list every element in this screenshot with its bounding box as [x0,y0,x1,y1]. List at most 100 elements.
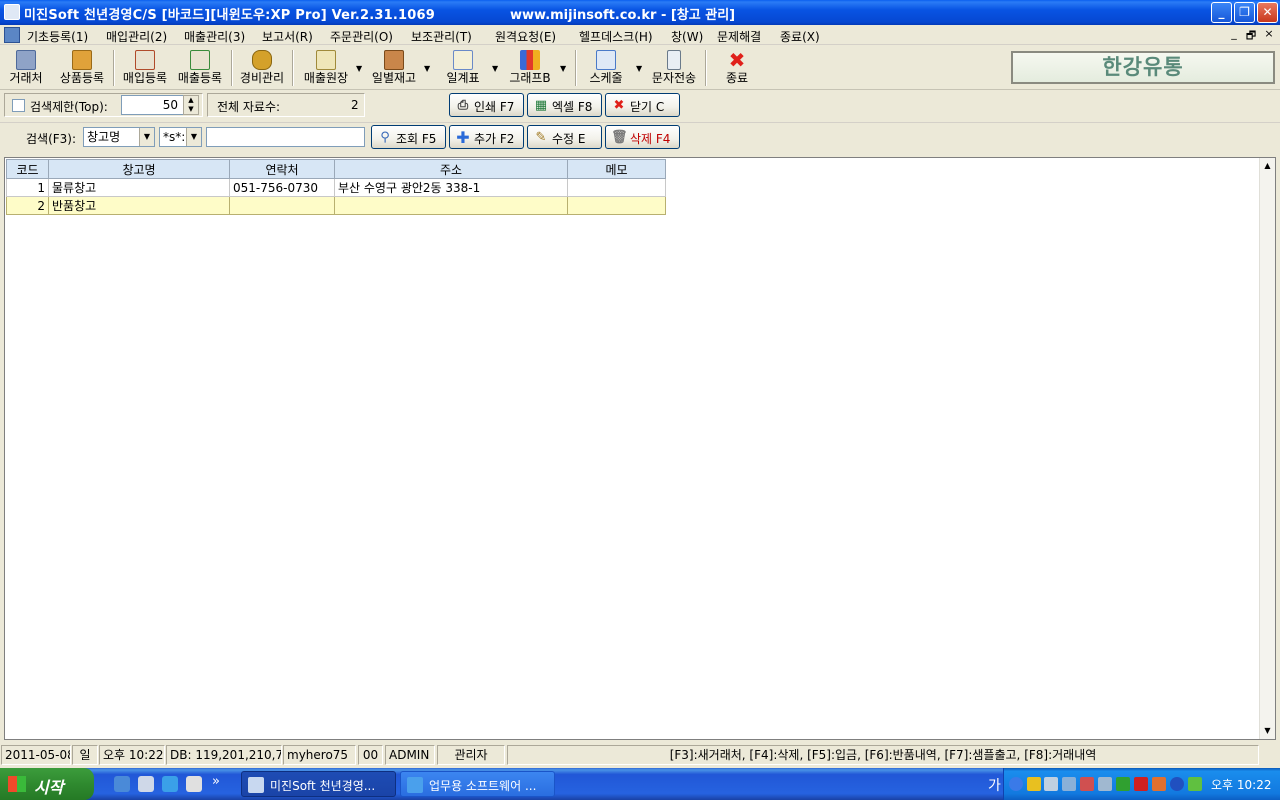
quicklaunch-app-icon[interactable] [186,776,202,792]
cell-memo[interactable] [567,196,666,215]
start-button[interactable]: 시작 [0,768,94,800]
toolbar-ledger-button[interactable]: 매출원장 [298,48,354,88]
restore-button[interactable]: ❐ [1234,2,1255,23]
toolbar-client-button[interactable]: 거래처 [6,48,46,88]
limit-checkbox[interactable] [12,99,25,112]
daily-sheet-dropdown-arrow[interactable]: ▼ [492,64,498,73]
plus-icon: ✚ [456,128,470,147]
toolbar-sales-button[interactable]: 매출등록 [174,48,226,88]
total-label: 전체 자료수: [217,100,281,114]
find-button[interactable]: ⚲ 조회 F5 [371,125,446,149]
tray-app-icon[interactable] [1080,777,1094,791]
network-icon[interactable] [1044,777,1058,791]
monitor-icon[interactable] [1098,777,1112,791]
toolbar-graph-button[interactable]: 그래프B [506,48,554,88]
window-title: 미진Soft 천년경영C/S [바코드][내윈도우:XP Pro] Ver.2.… [24,8,436,23]
printer-icon: ⎙ [457,98,469,113]
schedule-dropdown-arrow[interactable]: ▼ [636,64,642,73]
taskbar-clock[interactable]: 오후 10:22 [1211,776,1271,793]
menu-sales[interactable]: 매출관리(3) [184,28,245,45]
close-button[interactable]: ✕ [1257,2,1278,23]
column-header-name[interactable]: 창고명 [48,159,230,179]
scroll-up-icon[interactable]: ▲ [1260,158,1275,174]
delete-button[interactable]: 🗑 삭제 F4 [605,125,680,149]
menu-remote[interactable]: 원격요청(E) [495,28,556,45]
column-header-phone[interactable]: 연락처 [229,159,335,179]
shield-icon[interactable] [1027,777,1041,791]
search-field-select[interactable]: 창고명 ▼ [83,127,155,147]
add-button[interactable]: ✚ 추가 F2 [449,125,524,149]
quicklaunch-browser-icon[interactable] [162,776,178,792]
search-input[interactable] [206,127,365,147]
graph-dropdown-arrow[interactable]: ▼ [560,64,566,73]
close-window-button[interactable]: ✖ 닫기 C [605,93,680,117]
quicklaunch-desktop-icon[interactable] [138,776,154,792]
toolbar-sales-label: 매출등록 [177,71,223,85]
toolbar-purchase-button[interactable]: 매입등록 [118,48,172,88]
toolbar-product-button[interactable]: 상품등록 [56,48,108,88]
column-header-address[interactable]: 주소 [334,159,568,179]
menu-exit[interactable]: 종료(X) [780,28,820,45]
bluetooth-icon[interactable] [1170,777,1184,791]
column-header-memo[interactable]: 메모 [567,159,666,179]
cell-address[interactable]: 부산 수영구 광안2동 338-1 [334,178,568,197]
status-bar: 2011-05-08 일 오후 10:22 DB: 119,201,210,75… [0,743,1280,767]
tray-back-icon[interactable] [1009,777,1023,791]
quicklaunch-chevron[interactable]: » [212,774,220,789]
vertical-scrollbar[interactable]: ▲ ▼ [1259,158,1275,739]
limit-spinner[interactable]: ▲ ▼ [183,95,199,115]
task-browser[interactable]: 업무용 소프트웨어 ... [400,771,555,797]
spin-up-icon[interactable]: ▲ [184,96,198,105]
menu-window[interactable]: 창(W) [671,28,703,45]
mdi-restore-button[interactable]: 🗗 [1243,27,1259,46]
toolbar-sms-button[interactable]: 문자전송 [648,48,700,88]
menu-helpdesk[interactable]: 헬프데스크(H) [579,28,653,45]
signal-icon[interactable] [1116,777,1130,791]
cell-address[interactable] [334,196,568,215]
coins-icon [252,50,272,70]
cell-name[interactable]: 반품창고 [48,196,230,215]
menu-troubleshoot[interactable]: 문제해결 [717,28,761,45]
cell-code[interactable]: 2 [6,196,49,215]
edit-button[interactable]: ✎ 수정 E [527,125,602,149]
toolbar-expense-button[interactable]: 경비관리 [236,48,288,88]
mdi-window-icon[interactable] [4,27,20,43]
spin-down-icon[interactable]: ▼ [184,105,198,114]
toolbar-daily-sheet-button[interactable]: 일계표 [440,48,486,88]
start-label: 시작 [34,778,64,797]
table-row-selected[interactable]: 2 반품창고 [6,196,666,215]
tray-tool-icon[interactable] [1152,777,1166,791]
magnifier-icon: ⚲ [380,130,390,145]
phone-icon [667,50,681,70]
menu-purchase[interactable]: 매입관리(2) [106,28,167,45]
menu-basic[interactable]: 기초등록(1) [27,28,88,45]
cell-phone[interactable] [229,196,335,215]
menu-orders[interactable]: 주문관리(O) [330,28,393,45]
excel-button[interactable]: ▦ 엑셀 F8 [527,93,602,117]
menu-reports[interactable]: 보고서(R) [262,28,313,45]
v3-icon[interactable] [1188,777,1202,791]
task-active[interactable]: 미진Soft 천년경영... [241,771,396,797]
daily-stock-dropdown-arrow[interactable]: ▼ [424,64,430,73]
cell-name[interactable]: 물류창고 [48,178,230,197]
quicklaunch-ie-icon[interactable] [114,776,130,792]
ati-icon[interactable] [1134,777,1148,791]
cell-code[interactable]: 1 [6,178,49,197]
cell-phone[interactable]: 051-756-0730 [229,178,335,197]
toolbar-schedule-button[interactable]: 스케줄 [584,48,628,88]
ledger-dropdown-arrow[interactable]: ▼ [356,64,362,73]
toolbar-daily-stock-button[interactable]: 일별재고 [368,48,420,88]
mdi-close-button[interactable]: × [1261,27,1277,40]
cell-memo[interactable] [567,178,666,197]
table-row[interactable]: 1 물류창고 051-756-0730 부산 수영구 광안2동 338-1 [6,178,666,197]
wireless-icon[interactable] [1062,777,1076,791]
mdi-minimize-button[interactable]: _ [1226,27,1242,40]
toolbar-exit-button[interactable]: ✖ 종료 [718,48,756,88]
search-match-select[interactable]: *s*: ▼ [159,127,202,147]
column-header-code[interactable]: 코드 [6,159,49,179]
scroll-down-icon[interactable]: ▼ [1260,723,1275,739]
print-button[interactable]: ⎙ 인쇄 F7 [449,93,524,117]
minimize-button[interactable]: _ [1211,2,1232,23]
menu-aux[interactable]: 보조관리(T) [411,28,472,45]
ime-indicator[interactable]: 가 [988,775,1001,795]
